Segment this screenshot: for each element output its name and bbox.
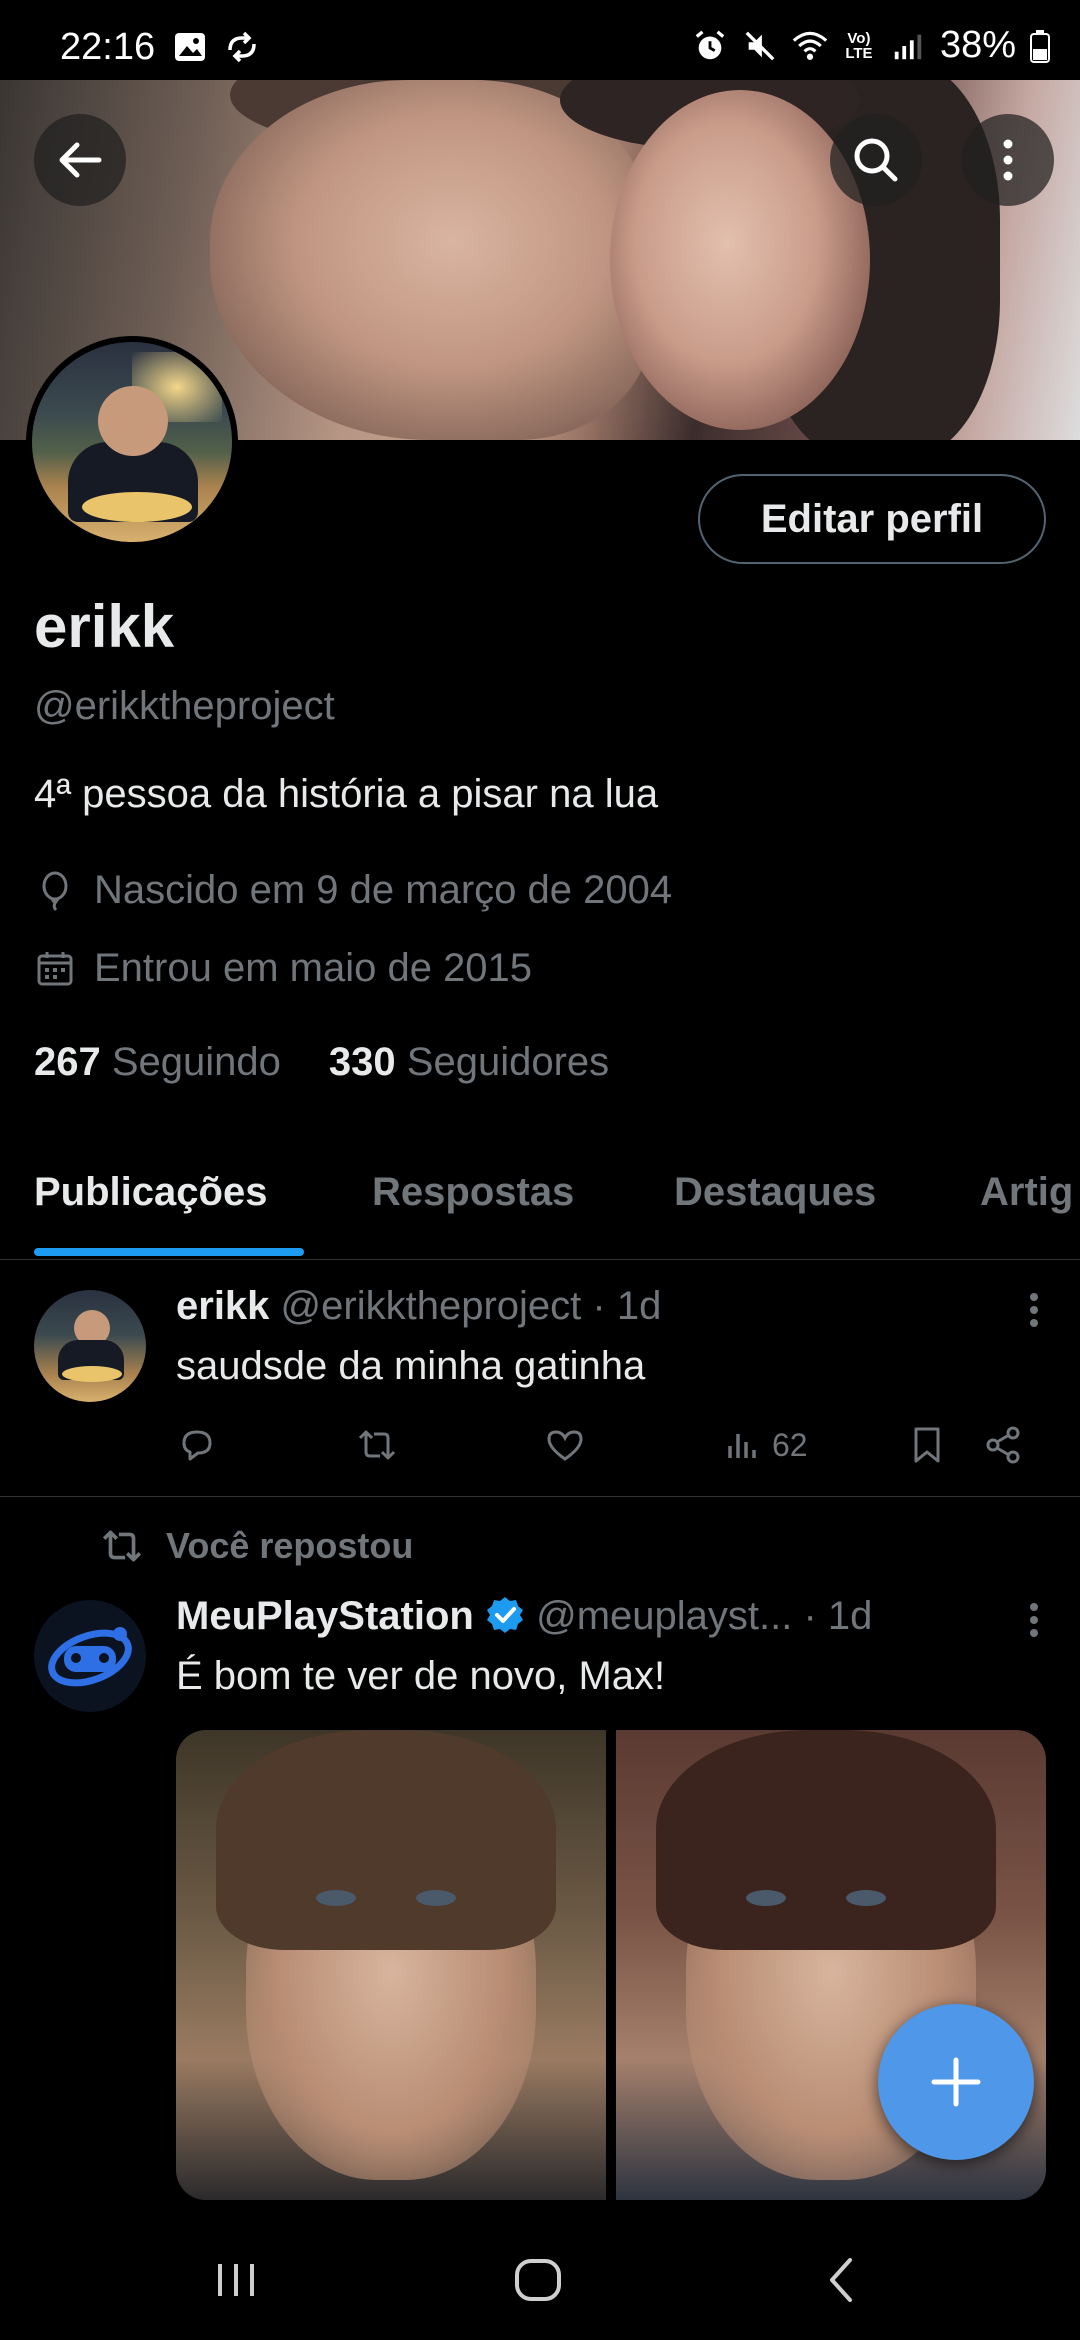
profile-avatar[interactable] xyxy=(26,336,238,548)
profile-handle: @erikktheproject xyxy=(34,684,335,728)
more-vertical-icon xyxy=(1003,139,1013,181)
repost-icon xyxy=(102,1530,142,1562)
playstation-logo-icon xyxy=(48,1627,132,1687)
birth-date-row: Nascido em 9 de março de 2004 xyxy=(34,868,672,913)
wifi-icon xyxy=(792,31,828,60)
post-author-avatar[interactable] xyxy=(34,1600,146,1712)
follow-stats: 267 Seguindo 330 Seguidores xyxy=(34,1040,609,1085)
compose-post-button[interactable] xyxy=(878,2004,1034,2160)
post-author-handle: @meuplayst... xyxy=(536,1594,793,1638)
edit-profile-button[interactable]: Editar perfil xyxy=(698,474,1046,564)
post-author-handle: @erikktheproject xyxy=(280,1284,582,1328)
system-navigation-bar xyxy=(0,2220,1080,2340)
balloon-icon xyxy=(42,871,68,911)
share-icon xyxy=(986,1426,1020,1464)
tab-respostas[interactable]: Respostas xyxy=(372,1170,574,1215)
followers-link[interactable]: 330 Seguidores xyxy=(329,1040,609,1085)
bookmark-button[interactable] xyxy=(906,1424,948,1466)
profile-name: erikk xyxy=(34,593,175,660)
like-button[interactable] xyxy=(544,1424,586,1466)
search-button[interactable] xyxy=(830,114,922,206)
verified-badge-icon xyxy=(486,1597,523,1633)
alarm-icon xyxy=(695,30,725,59)
search-icon xyxy=(854,138,898,182)
battery-icon xyxy=(1030,29,1050,63)
post-time: · 1d xyxy=(592,1284,662,1328)
post-image[interactable] xyxy=(176,1730,606,2200)
join-date-text: Entrou em maio de 2015 xyxy=(94,946,533,990)
reply-button[interactable] xyxy=(176,1424,218,1466)
status-time: 22:16 xyxy=(60,26,156,68)
views-chart-icon xyxy=(728,1434,756,1458)
tab-artigos[interactable]: Artig xyxy=(980,1170,1073,1215)
post-author-name[interactable]: erikk xyxy=(176,1284,269,1328)
reply-icon xyxy=(182,1430,212,1461)
sync-notification-icon xyxy=(228,31,256,63)
post-time: · 1d xyxy=(803,1594,873,1638)
following-link[interactable]: 267 Seguindo xyxy=(34,1040,281,1085)
signal-icon xyxy=(894,34,922,59)
back-nav-icon[interactable] xyxy=(812,2250,872,2310)
battery-percent: 38% xyxy=(939,24,1016,66)
share-button[interactable] xyxy=(982,1424,1024,1466)
network-label: Vo) LTE xyxy=(845,29,873,62)
gallery-notification-icon xyxy=(175,33,205,61)
post-text: É bom te ver de novo, Max! xyxy=(176,1654,666,1698)
post-divider xyxy=(0,1496,1080,1497)
post-author-name[interactable]: MeuPlayStation xyxy=(176,1594,474,1638)
profile-bio: 4ª pessoa da história a pisar na lua xyxy=(34,772,659,816)
recent-apps-icon[interactable] xyxy=(206,2250,266,2310)
post-more-button[interactable] xyxy=(1028,1598,1040,1642)
home-icon[interactable] xyxy=(508,2250,568,2310)
post-more-button[interactable] xyxy=(1028,1288,1040,1332)
repost-icon xyxy=(358,1430,396,1460)
profile-tabs: Publicações Respostas Destaques Artig xyxy=(0,1140,1080,1260)
back-button[interactable] xyxy=(34,114,126,206)
calendar-icon xyxy=(37,951,73,985)
active-tab-indicator xyxy=(34,1248,304,1256)
more-options-button[interactable] xyxy=(962,114,1054,206)
post-author-avatar[interactable] xyxy=(34,1290,146,1402)
repost-button[interactable] xyxy=(356,1424,398,1466)
post-item[interactable]: erikk @erikktheproject · 1d saudsde da m… xyxy=(0,1262,1080,1498)
tab-destaques[interactable]: Destaques xyxy=(674,1170,876,1215)
bookmark-icon xyxy=(914,1427,940,1463)
post-text: saudsde da minha gatinha xyxy=(176,1344,646,1388)
status-bar: 22:16 Vo) LTE 38% xyxy=(0,0,1080,80)
views-count: 62 xyxy=(772,1426,808,1463)
post-actions: 62 xyxy=(176,1424,1036,1474)
tab-publicacoes[interactable]: Publicações xyxy=(34,1170,267,1215)
plus-icon xyxy=(931,2057,981,2107)
heart-icon xyxy=(547,1430,583,1461)
repost-label-text: Você repostou xyxy=(166,1525,414,1566)
birth-date-text: Nascido em 9 de março de 2004 xyxy=(94,868,673,912)
arrow-left-icon xyxy=(59,142,102,178)
repost-indicator: Você repostou xyxy=(100,1524,413,1568)
join-date-row: Entrou em maio de 2015 xyxy=(34,946,532,991)
views-button[interactable]: 62 xyxy=(722,1424,808,1466)
mute-icon xyxy=(745,31,775,60)
